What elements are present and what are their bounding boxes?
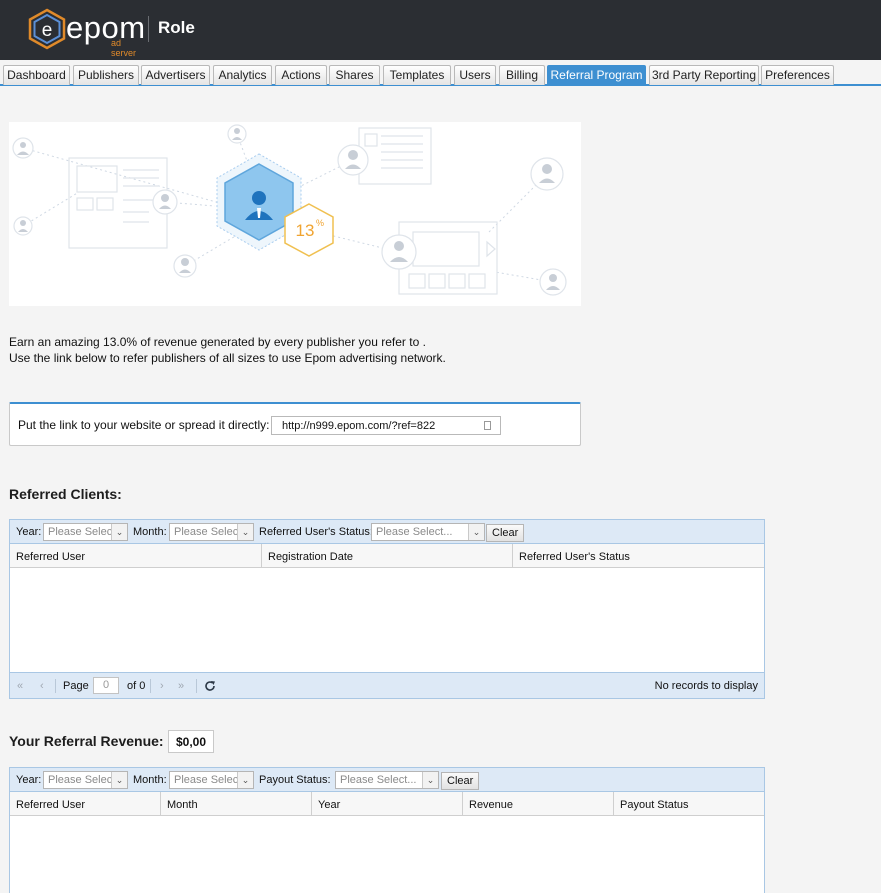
last-page-icon[interactable]: » [178,680,184,692]
payout-status-filter-label: Payout Status: [259,774,331,786]
month-filter-label: Month: [133,526,167,538]
tab-referral-program[interactable]: Referral Program [547,65,646,85]
month-filter-label: Month: [133,774,167,786]
svg-text:e: e [42,20,53,41]
first-page-icon[interactable]: « [17,680,23,692]
referral-description-line2: Use the link below to refer publishers o… [9,351,446,365]
payout-status-filter-select[interactable]: Please Select... ⌄ [335,771,439,789]
column-header-revenue[interactable]: Revenue [463,792,614,816]
referral-revenue-grid: Year: Please Select... ⌄ Month: Please S… [9,767,765,893]
revenue-clear-filters-button[interactable]: Clear [441,772,480,790]
tab-preferences[interactable]: Preferences [761,65,834,85]
pager-divider [55,679,56,693]
referral-link-field[interactable]: http://n999.epom.com/?ref=822 [271,416,501,435]
referral-link-label: Put the link to your website or spread i… [18,418,270,432]
referred-clients-pager: « ‹ Page 0 of 0 › » No records to displa… [10,672,764,698]
user-status-filter-placeholder: Please Select... [376,526,453,538]
next-page-icon[interactable]: › [160,680,164,692]
year-filter-label: Year: [16,526,42,538]
column-header-registration-date[interactable]: Registration Date [262,544,513,568]
user-status-filter-label: Referred User's Status: [259,526,373,538]
revenue-month-filter-select[interactable]: Please Select... ⌄ [169,771,254,789]
tab-actions[interactable]: Actions [275,65,327,85]
year-filter-select[interactable]: Please Select... ⌄ [43,523,128,541]
column-header-year[interactable]: Year [312,792,463,816]
column-header-payout-status[interactable]: Payout Status [614,792,764,816]
column-header-referred-user[interactable]: Referred User [10,544,262,568]
pager-divider [196,679,197,693]
prev-page-icon[interactable]: ‹ [40,680,44,692]
referral-description-line1: Earn an amazing 13.0% of revenue generat… [9,335,426,349]
tab-users[interactable]: Users [454,65,496,85]
referred-clients-grid-header: Referred User Registration Date Referred… [10,544,764,568]
chevron-down-icon[interactable]: ⌄ [111,524,127,540]
tab-advertisers[interactable]: Advertisers [141,65,210,85]
referral-illustration: 13 % [9,122,581,306]
page-label: Page [63,680,89,692]
month-filter-select[interactable]: Please Select... ⌄ [169,523,254,541]
referral-link-value: http://n999.epom.com/?ref=822 [282,420,436,432]
tab-templates[interactable]: Templates [383,65,451,85]
referral-revenue-filter-bar: Year: Please Select... ⌄ Month: Please S… [10,768,764,792]
pager-divider [150,679,151,693]
referred-clients-filter-bar: Year: Please Select... ⌄ Month: Please S… [10,520,764,544]
column-header-referred-user-status[interactable]: Referred User's Status [513,544,764,568]
chevron-down-icon[interactable]: ⌄ [237,524,253,540]
chevron-down-icon[interactable]: ⌄ [468,524,484,540]
percent-badge-value: 13 [296,221,315,240]
revenue-year-filter-select[interactable]: Please Select... ⌄ [43,771,128,789]
logo-subtitle: ad server [111,38,137,58]
referral-link-panel: Put the link to your website or spread i… [9,402,581,446]
tab-shares[interactable]: Shares [329,65,380,85]
header-divider [148,16,149,42]
tab-3rd-party-reporting[interactable]: 3rd Party Reporting [649,65,759,85]
referred-clients-grid: Year: Please Select... ⌄ Month: Please S… [9,519,765,699]
tab-publishers[interactable]: Publishers [73,65,139,85]
app-header: e epom ad server Role [0,0,881,60]
percent-badge-sign: % [316,218,324,228]
tab-billing[interactable]: Billing [499,65,545,85]
chevron-down-icon[interactable]: ⌄ [111,772,127,788]
payout-status-filter-placeholder: Please Select... [340,774,417,786]
chevron-down-icon[interactable]: ⌄ [422,772,438,788]
main-tabs: Dashboard Publishers Advertisers Analyti… [0,60,881,86]
tab-analytics[interactable]: Analytics [213,65,272,85]
epom-logo[interactable]: e epom ad server [27,8,145,58]
referred-clients-title: Referred Clients: [9,486,122,502]
year-filter-label: Year: [16,774,42,786]
tab-dashboard[interactable]: Dashboard [3,65,70,85]
user-status-filter-select[interactable]: Please Select... ⌄ [371,523,485,541]
column-header-referred-user[interactable]: Referred User [10,792,161,816]
page-count-label: of 0 [127,680,146,692]
referral-revenue-title: Your Referral Revenue: [9,733,164,749]
header-role-title: Role [158,18,195,37]
refresh-icon[interactable] [204,680,216,692]
pager-status-text: No records to display [654,680,758,692]
referral-network-illustration: 13 % [12,124,567,296]
epom-logo-icon: e [28,8,66,50]
column-header-month[interactable]: Month [161,792,312,816]
chevron-down-icon[interactable]: ⌄ [237,772,253,788]
clear-filters-button[interactable]: Clear [486,524,525,542]
copy-icon[interactable] [484,421,491,430]
referral-revenue-grid-header: Referred User Month Year Revenue Payout … [10,792,764,816]
referral-revenue-amount: $0,00 [168,730,215,753]
page-number-input[interactable]: 0 [93,677,119,694]
